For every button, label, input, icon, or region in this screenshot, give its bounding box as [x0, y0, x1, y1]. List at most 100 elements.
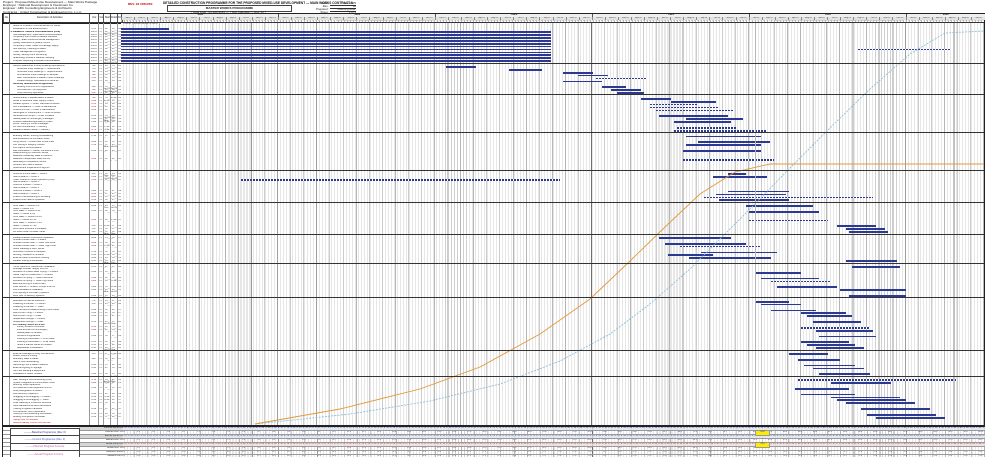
cell-value: 21-Apr-25 — [103, 387, 110, 390]
progress-row-line — [3, 454, 985, 455]
cell-value: 15-Jul-24 — [103, 121, 110, 124]
legend: ——— Baseline Programme (Rev. 0)——— Curre… — [10, 428, 78, 457]
cell-value: 91d — [89, 80, 98, 83]
cell-value: 29-Jan-24 — [110, 80, 117, 83]
cell-value: 182d — [89, 219, 98, 222]
cell-value: 119d — [89, 367, 98, 370]
legend-label: Current Programme (Rev. 2) — [33, 438, 66, 441]
cell-value: 04-Aug-25 — [110, 358, 117, 361]
cell-value: 10-Jun-24 — [103, 237, 110, 240]
table-column-line — [98, 22, 99, 425]
cell-value: 05-Jan-26 — [110, 289, 117, 292]
legend-label: Baseline Programme (Rev. 0) — [32, 431, 66, 434]
table-column-line — [103, 22, 104, 425]
cell-value: 02-Dec-24 — [110, 109, 117, 112]
activity-table: 1.0 KEY DATES & CONTRACT MILESTONES1Noti… — [2, 22, 123, 425]
section-divider — [2, 202, 984, 203]
cell-value: 23-Oct-23 — [110, 179, 117, 182]
progress-row-line — [3, 438, 985, 439]
section-divider — [2, 350, 984, 351]
cell-value: 12-Aug-24 — [103, 144, 110, 147]
section-divider — [2, 22, 984, 23]
cell-value: 02-Jun-25 — [103, 321, 110, 324]
section-divider — [2, 94, 984, 95]
cell-value: 07-Apr-25 — [103, 353, 110, 356]
cell-value: 22-Dec-25 — [110, 266, 117, 269]
cell-value: 26-Jan-26 — [110, 402, 117, 405]
table-column-line — [9, 22, 10, 425]
cell-value: 24-Feb-25 — [103, 280, 110, 283]
cell-value: 91d — [89, 353, 98, 356]
cell-value: 161d — [89, 416, 98, 419]
progress-row-line — [3, 434, 985, 435]
cell-value: 06-Jan-25 — [103, 219, 110, 222]
legend-line-symbol: ——— — [25, 438, 33, 441]
section-divider — [2, 132, 984, 133]
cell-value: 09-Jun-25 — [103, 329, 110, 332]
cell-value: 03-Mar-25 — [110, 158, 117, 161]
cell-value: 154d — [89, 205, 98, 208]
cell-value: 91d — [89, 303, 98, 306]
cell-value: 05-Aug-24 — [103, 158, 110, 161]
cell-value: 05-May-25 — [110, 303, 117, 306]
cell-value: 07-Jul-25 — [110, 219, 117, 222]
cell-value: 02-Jun-25 — [110, 205, 117, 208]
cell-value: 01-Sep-25 — [110, 315, 117, 318]
cell-value: 161d — [89, 402, 98, 405]
cell-value: 126d — [89, 387, 98, 390]
progress-row-line — [3, 442, 985, 443]
cell-value: 105d — [89, 271, 98, 274]
table-column-line — [110, 22, 111, 425]
cell-value: 30-Oct-23 — [103, 80, 110, 83]
cell-value: 28-Apr-25 — [103, 358, 110, 361]
cell-value: 210d — [89, 158, 98, 161]
cell-value: 140d — [89, 382, 98, 385]
table-column-line — [89, 22, 90, 425]
s-curve-layer — [121, 22, 984, 425]
cell-value: 133d — [89, 335, 98, 338]
cell-value: 06-Jan-25 — [103, 210, 110, 213]
cell-value: 29-Sep-25 — [110, 367, 117, 370]
section-divider — [2, 63, 984, 64]
revision-stamp: REV. 02 UPDATE — [128, 3, 153, 6]
legend-line-symbol: ——— — [27, 453, 35, 456]
progress-row-line — [3, 450, 985, 451]
cell-value: 19-May-25 — [103, 315, 110, 318]
cell-value: 03-Feb-25 — [110, 144, 117, 147]
cell-value: 29-Jul-24 — [103, 245, 110, 248]
cell-value: 27-Oct-25 — [103, 416, 110, 419]
planned-s-curve — [255, 164, 984, 424]
legend-line-symbol: ——— — [24, 431, 32, 434]
cell-value: 03-Feb-25 — [110, 135, 117, 138]
gantt-chart: Contract Commencement 04-Jan-21Completio… — [121, 22, 985, 425]
section-divider — [2, 297, 984, 298]
highlight-cell: 78.3 — [755, 442, 770, 448]
section-divider — [2, 376, 984, 377]
cell-value: 18-Aug-25 — [103, 402, 110, 405]
cell-value: 14-Jul-25 — [110, 280, 117, 283]
section-divider — [2, 234, 984, 235]
cell-value: 742d — [89, 179, 98, 182]
progress-row-line — [3, 430, 985, 431]
cell-value: 189d — [89, 245, 98, 248]
cell-value: 140d — [89, 280, 98, 283]
cell-value: 07-Jul-25 — [110, 353, 117, 356]
cell-value: 14-Jul-25 — [103, 382, 110, 385]
cell-value: 27-Oct-25 — [110, 335, 117, 338]
cell-value: 06-Apr-26 — [110, 416, 117, 419]
cell-value: 02-Mar-26 — [110, 408, 117, 411]
cell-value: 03-Feb-25 — [110, 245, 117, 248]
highlight-cell: 81.6 — [755, 430, 770, 436]
section-divider — [2, 263, 984, 264]
table-column-line — [117, 22, 118, 425]
cell-value: 161d — [89, 210, 98, 213]
programme-sheet: Project : Proposed Mixed-Use Development… — [0, 0, 985, 457]
cell-value: 175d — [89, 135, 98, 138]
progress-row-line — [3, 446, 985, 447]
progress-row-line — [3, 426, 985, 427]
cell-value: 154d — [89, 289, 98, 292]
cell-value: 168d — [89, 237, 98, 240]
cell-value: 20-Jan-25 — [103, 271, 110, 274]
cell-value: 02-Jun-25 — [103, 367, 110, 370]
cell-value: 20-Oct-25 — [110, 329, 117, 332]
